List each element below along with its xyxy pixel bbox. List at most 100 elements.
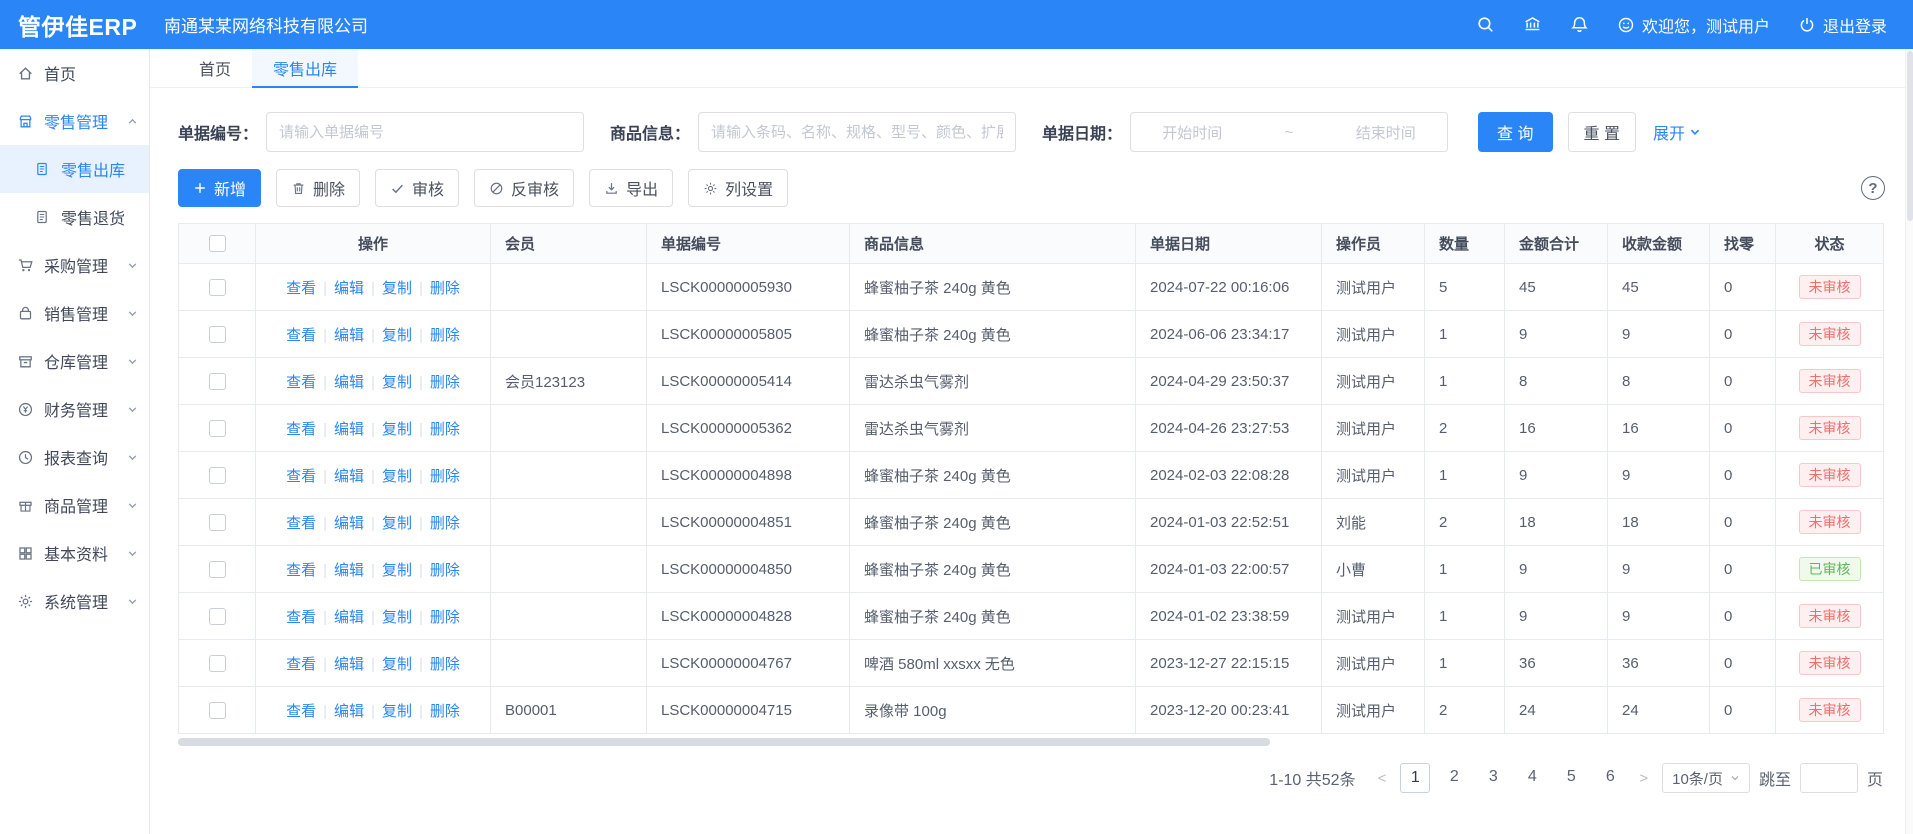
bill-no-input[interactable] bbox=[266, 112, 584, 152]
next-page-button[interactable]: > bbox=[1634, 770, 1653, 787]
row-checkbox[interactable] bbox=[209, 561, 226, 578]
row-checkbox[interactable] bbox=[209, 467, 226, 484]
copy-link[interactable]: 复制 bbox=[382, 327, 412, 344]
page-button-6[interactable]: 6 bbox=[1595, 763, 1625, 793]
sidebar-item-retail[interactable]: 零售管理 bbox=[0, 97, 149, 145]
delete-button[interactable]: 删除 bbox=[276, 169, 360, 207]
edit-link[interactable]: 编辑 bbox=[334, 374, 364, 391]
sidebar-item-sales[interactable]: 销售管理 bbox=[0, 289, 149, 337]
unaudit-button[interactable]: 反审核 bbox=[474, 169, 574, 207]
copy-link[interactable]: 复制 bbox=[382, 374, 412, 391]
copy-link[interactable]: 复制 bbox=[382, 609, 412, 626]
row-checkbox[interactable] bbox=[209, 326, 226, 343]
delete-link[interactable]: 删除 bbox=[430, 374, 460, 391]
sidebar-item-warehouse[interactable]: 仓库管理 bbox=[0, 337, 149, 385]
sidebar-item-retail-return[interactable]: 零售退货 bbox=[0, 193, 149, 241]
page-button-4[interactable]: 4 bbox=[1517, 763, 1547, 793]
page-size-select[interactable]: 10条/页 bbox=[1662, 763, 1750, 793]
tab-home[interactable]: 首页 bbox=[178, 49, 252, 87]
copy-link[interactable]: 复制 bbox=[382, 421, 412, 438]
search-icon[interactable] bbox=[1476, 15, 1495, 34]
sidebar-item-purchase[interactable]: 采购管理 bbox=[0, 241, 149, 289]
horizontal-scrollbar-thumb[interactable] bbox=[178, 738, 1270, 746]
view-link[interactable]: 查看 bbox=[286, 609, 316, 626]
date-start-placeholder[interactable]: 开始时间 bbox=[1162, 122, 1222, 143]
edit-link[interactable]: 编辑 bbox=[334, 421, 364, 438]
help-icon[interactable]: ? bbox=[1861, 176, 1885, 200]
copy-link[interactable]: 复制 bbox=[382, 280, 412, 297]
delete-link[interactable]: 删除 bbox=[430, 656, 460, 673]
copy-link[interactable]: 复制 bbox=[382, 515, 412, 532]
jump-page-input[interactable] bbox=[1800, 763, 1858, 793]
add-button[interactable]: 新增 bbox=[178, 169, 261, 207]
select-all-checkbox[interactable] bbox=[209, 235, 226, 252]
cart-icon bbox=[17, 256, 35, 274]
row-checkbox[interactable] bbox=[209, 420, 226, 437]
column-settings-button[interactable]: 列设置 bbox=[688, 169, 788, 207]
expand-filter-link[interactable]: 展开 bbox=[1653, 120, 1701, 144]
sidebar-item-goods[interactable]: 商品管理 bbox=[0, 481, 149, 529]
edit-link[interactable]: 编辑 bbox=[334, 280, 364, 297]
delete-link[interactable]: 删除 bbox=[430, 609, 460, 626]
delete-link[interactable]: 删除 bbox=[430, 468, 460, 485]
edit-link[interactable]: 编辑 bbox=[334, 562, 364, 579]
view-link[interactable]: 查看 bbox=[286, 327, 316, 344]
page-button-1[interactable]: 1 bbox=[1400, 763, 1430, 793]
row-checkbox[interactable] bbox=[209, 514, 226, 531]
sidebar-item-basic-data[interactable]: 基本资料 bbox=[0, 529, 149, 577]
page-button-5[interactable]: 5 bbox=[1556, 763, 1586, 793]
view-link[interactable]: 查看 bbox=[286, 374, 316, 391]
goods-info-input[interactable] bbox=[698, 112, 1016, 152]
view-link[interactable]: 查看 bbox=[286, 562, 316, 579]
row-checkbox[interactable] bbox=[209, 702, 226, 719]
copy-link[interactable]: 复制 bbox=[382, 656, 412, 673]
delete-link[interactable]: 删除 bbox=[430, 327, 460, 344]
sidebar-item-reports[interactable]: 报表查询 bbox=[0, 433, 149, 481]
row-checkbox[interactable] bbox=[209, 373, 226, 390]
view-link[interactable]: 查看 bbox=[286, 656, 316, 673]
edit-link[interactable]: 编辑 bbox=[334, 468, 364, 485]
prev-page-button[interactable]: < bbox=[1373, 770, 1392, 787]
audit-button[interactable]: 审核 bbox=[375, 169, 459, 207]
page-button-3[interactable]: 3 bbox=[1478, 763, 1508, 793]
copy-link[interactable]: 复制 bbox=[382, 468, 412, 485]
delete-link[interactable]: 删除 bbox=[430, 421, 460, 438]
row-checkbox[interactable] bbox=[209, 279, 226, 296]
copy-link[interactable]: 复制 bbox=[382, 703, 412, 720]
delete-link[interactable]: 删除 bbox=[430, 280, 460, 297]
delete-link[interactable]: 删除 bbox=[430, 703, 460, 720]
date-range-picker[interactable]: 开始时间 ~ 结束时间 bbox=[1130, 112, 1448, 152]
view-link[interactable]: 查看 bbox=[286, 280, 316, 297]
view-link[interactable]: 查看 bbox=[286, 421, 316, 438]
logout-button[interactable]: 退出登录 bbox=[1798, 13, 1887, 37]
tab-retail-outbound[interactable]: 零售出库 bbox=[252, 49, 358, 87]
sidebar-item-label: 仓库管理 bbox=[44, 349, 127, 373]
delete-link[interactable]: 删除 bbox=[430, 515, 460, 532]
edit-link[interactable]: 编辑 bbox=[334, 656, 364, 673]
export-button[interactable]: 导出 bbox=[589, 169, 673, 207]
bell-icon[interactable] bbox=[1570, 15, 1589, 34]
edit-link[interactable]: 编辑 bbox=[334, 515, 364, 532]
bank-icon[interactable] bbox=[1523, 15, 1542, 34]
vertical-scrollbar-thumb[interactable] bbox=[1907, 51, 1913, 221]
copy-link[interactable]: 复制 bbox=[382, 562, 412, 579]
welcome-user[interactable]: 欢迎您，测试用户 bbox=[1617, 13, 1770, 37]
edit-link[interactable]: 编辑 bbox=[334, 327, 364, 344]
row-checkbox[interactable] bbox=[209, 608, 226, 625]
sidebar-item-finance[interactable]: 财务管理 bbox=[0, 385, 149, 433]
sidebar-item-system[interactable]: 系统管理 bbox=[0, 577, 149, 625]
edit-link[interactable]: 编辑 bbox=[334, 609, 364, 626]
sidebar-item-home[interactable]: 首页 bbox=[0, 49, 149, 97]
date-end-placeholder[interactable]: 结束时间 bbox=[1356, 122, 1416, 143]
reset-button[interactable]: 重 置 bbox=[1568, 112, 1636, 152]
search-button[interactable]: 查 询 bbox=[1478, 112, 1552, 152]
cell-received: 8 bbox=[1608, 358, 1710, 405]
page-button-2[interactable]: 2 bbox=[1439, 763, 1469, 793]
delete-link[interactable]: 删除 bbox=[430, 562, 460, 579]
view-link[interactable]: 查看 bbox=[286, 515, 316, 532]
edit-link[interactable]: 编辑 bbox=[334, 703, 364, 720]
row-checkbox[interactable] bbox=[209, 655, 226, 672]
view-link[interactable]: 查看 bbox=[286, 703, 316, 720]
sidebar-item-retail-out[interactable]: 零售出库 bbox=[0, 145, 149, 193]
view-link[interactable]: 查看 bbox=[286, 468, 316, 485]
